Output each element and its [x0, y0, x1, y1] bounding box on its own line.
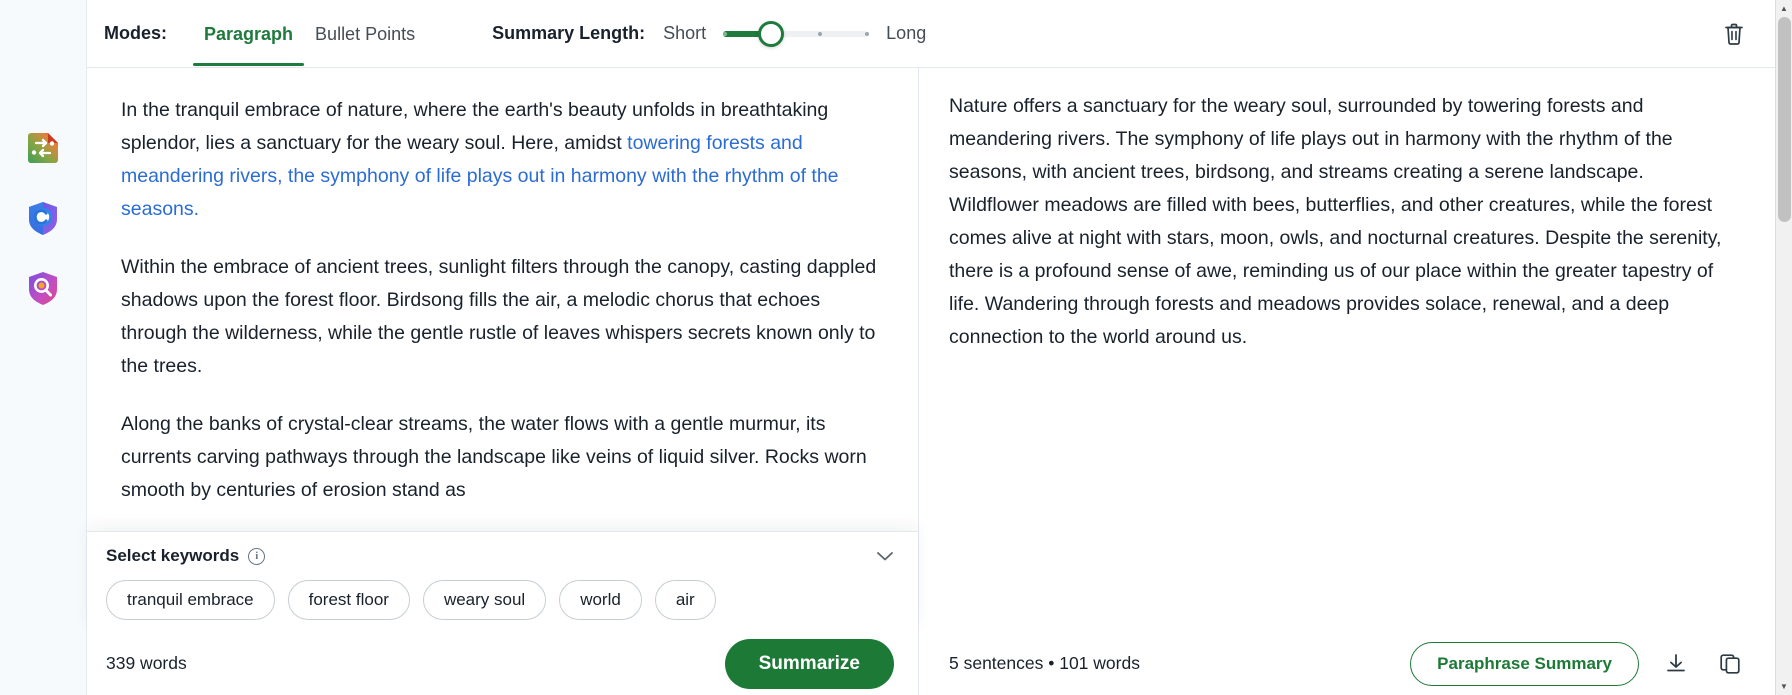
main-panel: Modes: Paragraph Bullet Points Summary L… [87, 0, 1775, 695]
source-paragraph-3: Along the banks of crystal-clear streams… [121, 413, 867, 501]
source-column: In the tranquil embrace of nature, where… [87, 68, 919, 695]
download-icon [1667, 653, 1685, 671]
trash-icon [1725, 23, 1743, 45]
plagiarism-magnifier-icon [29, 272, 57, 305]
scrollbar-down-arrow[interactable]: ▼ [1775, 678, 1792, 695]
grammar-shield-icon [29, 202, 57, 235]
keywords-panel: Select keywords i tranquil embrace fores… [87, 531, 918, 632]
source-paragraph-1: In the tranquil embrace of nature, where… [121, 94, 884, 226]
sidebar-item-grammar-checker[interactable] [23, 198, 63, 238]
scrollbar-up-arrow[interactable]: ▲ [1775, 0, 1792, 17]
keyword-chip[interactable]: weary soul [422, 580, 547, 620]
keyword-chip[interactable]: air [654, 580, 716, 620]
sidebar-item-paraphraser[interactable] [23, 128, 63, 168]
summary-text: Nature offers a sanctuary for the weary … [949, 95, 1722, 348]
summary-column: Nature offers a sanctuary for the weary … [919, 68, 1775, 695]
slider-tick-1 [723, 31, 728, 36]
keyword-chip[interactable]: forest floor [287, 580, 410, 620]
paraphraser-document-icon [28, 133, 58, 163]
keyword-chip[interactable]: tranquil embrace [106, 580, 275, 620]
slider-long-label: Long [886, 23, 927, 43]
source-paragraph-2: Within the embrace of ancient trees, sun… [121, 256, 877, 377]
source-word-count: 339 words [106, 653, 187, 673]
page-scrollbar[interactable]: ▲ ▼ [1775, 0, 1792, 695]
chevron-down-icon [877, 552, 893, 561]
toolbar: Modes: Paragraph Bullet Points Summary L… [87, 0, 1775, 68]
slider-tick-3 [818, 31, 823, 36]
keywords-header: Select keywords i [106, 546, 894, 566]
paraphrase-summary-button[interactable]: Paraphrase Summary [1410, 641, 1639, 686]
summarize-button[interactable]: Summarize [724, 638, 894, 689]
sidebar-item-plagiarism-checker[interactable] [23, 268, 63, 308]
keyword-chip-list: tranquil embrace forest floor weary soul… [106, 580, 894, 620]
summary-footer: 5 sentences • 101 words Paraphrase Summa… [919, 632, 1775, 695]
summary-meta: 5 sentences • 101 words [949, 653, 1140, 673]
delete-button[interactable] [1717, 17, 1751, 51]
copy-icon [1720, 653, 1740, 674]
editor-body: In the tranquil embrace of nature, where… [87, 68, 1775, 695]
keywords-title: Select keywords [106, 546, 240, 565]
tab-bullet-points[interactable]: Bullet Points [304, 2, 426, 66]
tool-rail [0, 0, 87, 695]
keywords-collapse-button[interactable] [876, 550, 894, 562]
slider-thumb[interactable] [758, 20, 785, 47]
tab-paragraph-label: Paragraph [204, 23, 294, 44]
slider-tick-4 [864, 31, 869, 36]
copy-button[interactable] [1713, 647, 1747, 681]
slider-short-label: Short [663, 23, 707, 43]
download-button[interactable] [1659, 647, 1693, 681]
tab-paragraph[interactable]: Paragraph [193, 2, 305, 66]
summarizer-app: Modes: Paragraph Bullet Points Summary L… [0, 0, 1792, 695]
summary-length-slider[interactable] [723, 20, 869, 47]
info-icon[interactable]: i [248, 547, 266, 565]
modes-label: Modes: [104, 23, 167, 43]
source-footer: 339 words Summarize [87, 632, 918, 695]
scrollbar-thumb[interactable] [1778, 17, 1791, 222]
summary-length-label: Summary Length: [492, 23, 646, 43]
tab-bullet-points-label: Bullet Points [315, 23, 416, 44]
keyword-chip[interactable]: world [559, 580, 642, 620]
